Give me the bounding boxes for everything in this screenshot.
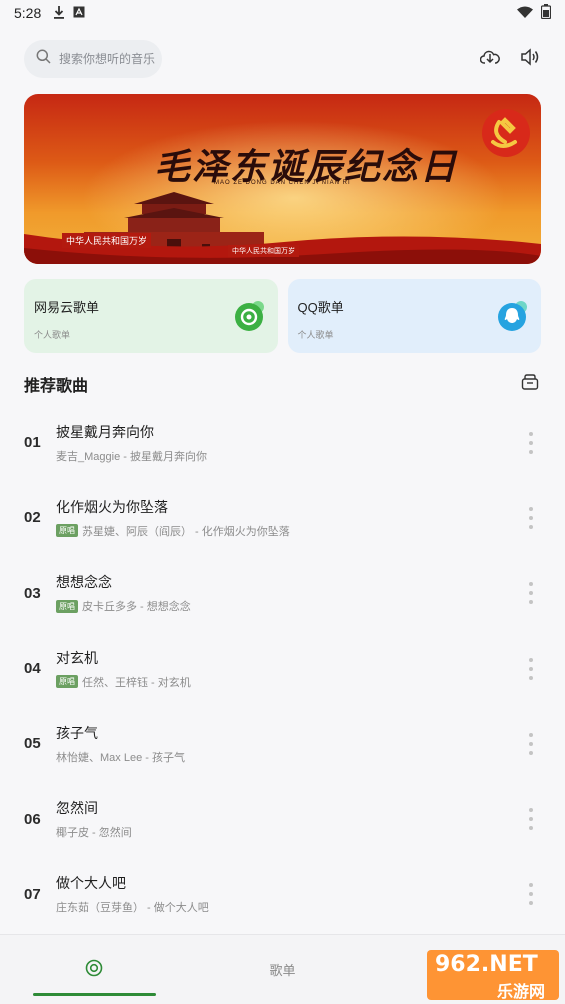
watermark-top-text: 962.NET	[435, 952, 538, 977]
header	[24, 40, 541, 78]
playlist-cards: 网易云歌单 个人歌单 QQ歌单 个人歌单	[24, 279, 541, 353]
song-row[interactable]: 01 披星戴月奔向你 麦吉_Maggie - 披星戴月奔向你	[0, 405, 565, 480]
song-row[interactable]: 07 做个大人吧 庄东茹（豆芽鱼） - 做个大人吧	[0, 857, 565, 932]
song-index: 06	[24, 810, 41, 828]
more-options-button[interactable]	[525, 657, 537, 680]
song-index: 03	[24, 584, 41, 602]
qq-playlist-card[interactable]: QQ歌单 个人歌单	[287, 279, 541, 353]
song-title: 想想念念	[56, 574, 112, 591]
more-options-button[interactable]	[525, 431, 537, 454]
banner-slogan-left: 中华人民共和国万岁	[62, 233, 152, 248]
home-disc-icon	[85, 959, 103, 980]
status-time: 5:28	[14, 5, 42, 21]
cloud-download-icon	[479, 48, 500, 71]
wifi-icon	[517, 5, 533, 21]
playlist-title: 网易云歌单	[34, 300, 100, 315]
original-badge: 原唱	[56, 599, 78, 613]
cloud-download-button[interactable]	[479, 48, 501, 70]
recommend-section-header: 推荐歌曲	[24, 373, 541, 395]
speaker-button[interactable]	[519, 47, 541, 71]
more-options-button[interactable]	[525, 732, 537, 755]
playlist-subtitle: 个人歌单	[34, 330, 71, 340]
song-meta: 皮卡丘多多 - 想想念念	[82, 601, 191, 614]
original-badge: 原唱	[56, 675, 78, 689]
tab-home[interactable]	[0, 935, 188, 1004]
qq-music-icon	[498, 301, 527, 331]
song-row[interactable]: 04 对玄机 原唱 任然、王梓钰 - 对玄机	[0, 631, 565, 706]
download-status-icon	[53, 5, 65, 22]
search-box[interactable]	[24, 40, 162, 78]
tab-playlists[interactable]: 歌单	[188, 935, 376, 1004]
song-title: 忽然间	[56, 800, 98, 817]
song-row[interactable]: 06 忽然间 椰子皮 - 忽然间	[0, 781, 565, 856]
more-options-button[interactable]	[525, 506, 537, 529]
song-meta: 任然、王梓钰 - 对玄机	[82, 676, 191, 689]
netease-playlist-card[interactable]: 网易云歌单 个人歌单	[24, 279, 278, 353]
speaker-icon	[520, 47, 540, 71]
song-index: 07	[24, 885, 41, 903]
song-row[interactable]: 05 孩子气 林怡婕、Max Lee - 孩子气	[0, 706, 565, 781]
song-index: 02	[24, 509, 41, 527]
netease-music-icon	[234, 301, 264, 331]
song-meta: 庄东茹（豆芽鱼） - 做个大人吧	[56, 902, 209, 915]
song-list: 01 披星戴月奔向你 麦吉_Maggie - 披星戴月奔向你 02 化作烟火为你…	[0, 405, 565, 932]
song-title: 对玄机	[56, 649, 98, 666]
search-icon	[36, 49, 51, 69]
more-options-button[interactable]	[525, 808, 537, 831]
song-meta: 椰子皮 - 忽然间	[56, 827, 132, 840]
playlist-subtitle: 个人歌单	[297, 330, 334, 340]
more-options-button[interactable]	[525, 582, 537, 605]
app-status-icon	[73, 5, 85, 21]
status-bar: 5:28	[0, 0, 565, 26]
tab-playlists-label: 歌单	[269, 963, 296, 978]
song-row[interactable]: 02 化作烟火为你坠落 原唱 苏星婕、阿辰（阎辰） - 化作烟火为你坠落	[0, 480, 565, 555]
song-index: 01	[24, 434, 41, 452]
song-title: 化作烟火为你坠落	[56, 498, 168, 515]
promo-banner[interactable]: 毛泽东诞辰纪念日 MAO ZE DONG DAN CHEN JI NIAN RI…	[24, 94, 541, 264]
search-input[interactable]	[59, 52, 159, 66]
banner-slogan-right: 中华人民共和国万岁	[228, 245, 299, 257]
song-index: 04	[24, 660, 41, 678]
original-badge: 原唱	[56, 524, 78, 538]
song-title: 披星戴月奔向你	[56, 423, 154, 440]
music-box-icon	[521, 373, 539, 395]
more-options-button[interactable]	[525, 883, 537, 906]
active-tab-indicator	[33, 993, 156, 996]
song-meta: 林怡婕、Max Lee - 孩子气	[56, 751, 185, 764]
song-title: 做个大人吧	[56, 875, 126, 892]
section-title: 推荐歌曲	[24, 378, 89, 395]
playlist-title: QQ歌单	[297, 300, 344, 315]
battery-icon	[540, 4, 552, 22]
song-meta: 苏星婕、阿辰（阎辰） - 化作烟火为你坠落	[82, 525, 290, 538]
watermark-bottom-text: 乐游网	[497, 982, 546, 1001]
song-meta: 麦吉_Maggie - 披星戴月奔向你	[56, 450, 207, 463]
party-emblem-icon	[482, 109, 530, 157]
song-row[interactable]: 03 想想念念 原唱 皮卡丘多多 - 想想念念	[0, 556, 565, 631]
song-index: 05	[24, 735, 41, 753]
music-box-button[interactable]	[519, 373, 541, 395]
site-watermark: 962.NET 乐游网	[427, 950, 559, 1001]
song-title: 孩子气	[56, 724, 98, 741]
